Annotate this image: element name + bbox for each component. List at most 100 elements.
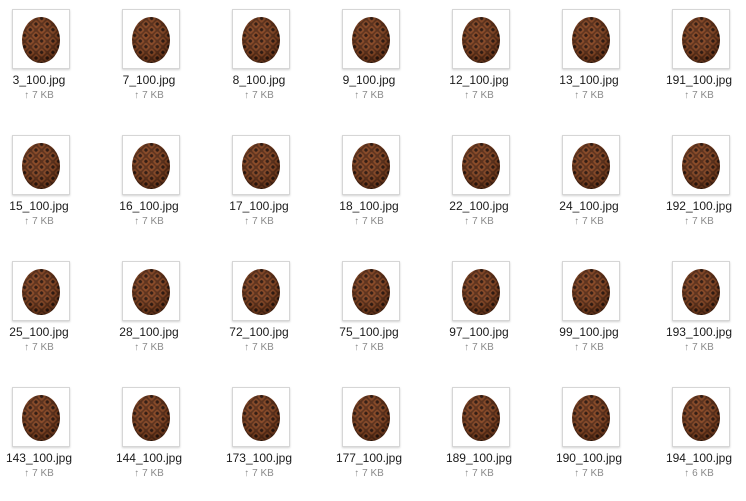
pineapple-image	[242, 143, 280, 189]
file-item[interactable]: 22_100.jpg ↑ 7 KB	[424, 129, 534, 249]
file-size: ↑ 7 KB	[314, 342, 424, 353]
file-item[interactable]: 3_100.jpg ↑ 7 KB	[0, 3, 94, 123]
file-thumbnail[interactable]	[562, 135, 620, 195]
file-thumbnail[interactable]	[232, 261, 290, 321]
pineapple-image	[462, 395, 500, 441]
file-thumbnail[interactable]	[672, 9, 730, 69]
file-item[interactable]: 99_100.jpg ↑ 7 KB	[534, 255, 644, 375]
file-item[interactable]: 192_100.jpg ↑ 7 KB	[644, 129, 746, 249]
file-thumbnail[interactable]	[452, 261, 510, 321]
file-item[interactable]: 17_100.jpg ↑ 7 KB	[204, 129, 314, 249]
file-name: 3_100.jpg	[12, 73, 66, 87]
file-thumbnail[interactable]	[342, 9, 400, 69]
file-size: ↑ 7 KB	[314, 216, 424, 227]
file-size-value: 7 KB	[362, 216, 384, 227]
up-arrow-icon: ↑	[684, 216, 690, 227]
file-thumbnail[interactable]	[342, 387, 400, 447]
file-item[interactable]: 75_100.jpg ↑ 7 KB	[314, 255, 424, 375]
file-size: ↑ 7 KB	[644, 90, 746, 101]
pineapple-image	[682, 143, 720, 189]
file-thumbnail[interactable]	[122, 261, 180, 321]
file-thumbnail[interactable]	[342, 261, 400, 321]
file-thumbnail[interactable]	[122, 135, 180, 195]
file-item[interactable]: 177_100.jpg ↑ 7 KB	[314, 381, 424, 501]
file-item[interactable]: 191_100.jpg ↑ 7 KB	[644, 3, 746, 123]
file-thumbnail[interactable]	[562, 261, 620, 321]
up-arrow-icon: ↑	[354, 342, 360, 353]
file-thumbnail[interactable]	[122, 9, 180, 69]
file-thumbnail[interactable]	[342, 135, 400, 195]
file-size: ↑ 7 KB	[534, 468, 644, 479]
file-thumbnail[interactable]	[452, 9, 510, 69]
up-arrow-icon: ↑	[574, 342, 580, 353]
file-thumbnail[interactable]	[452, 387, 510, 447]
pineapple-image	[132, 269, 170, 315]
file-item[interactable]: 18_100.jpg ↑ 7 KB	[314, 129, 424, 249]
file-item[interactable]: 25_100.jpg ↑ 7 KB	[0, 255, 94, 375]
file-thumbnail[interactable]	[12, 135, 70, 195]
file-thumbnail[interactable]	[672, 387, 730, 447]
file-thumbnail[interactable]	[562, 9, 620, 69]
file-size-value: 7 KB	[142, 90, 164, 101]
pineapple-image	[242, 269, 280, 315]
file-item[interactable]: 16_100.jpg ↑ 7 KB	[94, 129, 204, 249]
file-size: ↑ 7 KB	[0, 216, 94, 227]
file-item[interactable]: 9_100.jpg ↑ 7 KB	[314, 3, 424, 123]
file-name: 143_100.jpg	[5, 451, 73, 465]
file-size: ↑ 7 KB	[204, 468, 314, 479]
file-size-value: 7 KB	[472, 90, 494, 101]
file-thumbnail[interactable]	[232, 387, 290, 447]
pineapple-image	[22, 269, 60, 315]
pineapple-image	[682, 395, 720, 441]
file-thumbnail[interactable]	[12, 261, 70, 321]
file-item[interactable]: 12_100.jpg ↑ 7 KB	[424, 3, 534, 123]
file-thumbnail[interactable]	[12, 387, 70, 447]
file-name: 28_100.jpg	[119, 325, 179, 339]
up-arrow-icon: ↑	[464, 468, 470, 479]
file-thumbnail[interactable]	[672, 261, 730, 321]
file-name: 9_100.jpg	[342, 73, 396, 87]
up-arrow-icon: ↑	[354, 216, 360, 227]
file-thumbnail[interactable]	[562, 387, 620, 447]
file-item[interactable]: 7_100.jpg ↑ 7 KB	[94, 3, 204, 123]
file-size: ↑ 7 KB	[644, 216, 746, 227]
file-item[interactable]: 72_100.jpg ↑ 7 KB	[204, 255, 314, 375]
up-arrow-icon: ↑	[684, 468, 690, 479]
file-size-value: 7 KB	[472, 342, 494, 353]
file-thumbnail[interactable]	[232, 9, 290, 69]
file-item[interactable]: 173_100.jpg ↑ 7 KB	[204, 381, 314, 501]
file-thumbnail[interactable]	[232, 135, 290, 195]
up-arrow-icon: ↑	[24, 216, 30, 227]
file-thumbnail[interactable]	[12, 9, 70, 69]
file-thumbnail[interactable]	[672, 135, 730, 195]
file-item[interactable]: 97_100.jpg ↑ 7 KB	[424, 255, 534, 375]
pineapple-image	[132, 17, 170, 63]
file-name: 17_100.jpg	[229, 199, 289, 213]
file-item[interactable]: 143_100.jpg ↑ 7 KB	[0, 381, 94, 501]
file-thumbnail[interactable]	[122, 387, 180, 447]
file-item[interactable]: 13_100.jpg ↑ 7 KB	[534, 3, 644, 123]
file-item[interactable]: 189_100.jpg ↑ 7 KB	[424, 381, 534, 501]
file-thumbnail[interactable]	[452, 135, 510, 195]
file-name: 75_100.jpg	[339, 325, 399, 339]
file-item[interactable]: 193_100.jpg ↑ 7 KB	[644, 255, 746, 375]
file-item[interactable]: 24_100.jpg ↑ 7 KB	[534, 129, 644, 249]
up-arrow-icon: ↑	[464, 90, 470, 101]
file-item[interactable]: 190_100.jpg ↑ 7 KB	[534, 381, 644, 501]
file-item[interactable]: 15_100.jpg ↑ 7 KB	[0, 129, 94, 249]
file-name: 173_100.jpg	[225, 451, 293, 465]
file-item[interactable]: 28_100.jpg ↑ 7 KB	[94, 255, 204, 375]
file-size-value: 7 KB	[692, 90, 714, 101]
pineapple-image	[572, 17, 610, 63]
pineapple-image	[352, 269, 390, 315]
file-name: 22_100.jpg	[449, 199, 509, 213]
file-name: 97_100.jpg	[449, 325, 509, 339]
file-size: ↑ 6 KB	[644, 468, 746, 479]
file-item[interactable]: 144_100.jpg ↑ 7 KB	[94, 381, 204, 501]
file-name: 72_100.jpg	[229, 325, 289, 339]
pineapple-image	[682, 17, 720, 63]
pineapple-image	[132, 395, 170, 441]
file-item[interactable]: 194_100.jpg ↑ 6 KB	[644, 381, 746, 501]
up-arrow-icon: ↑	[574, 468, 580, 479]
file-item[interactable]: 8_100.jpg ↑ 7 KB	[204, 3, 314, 123]
